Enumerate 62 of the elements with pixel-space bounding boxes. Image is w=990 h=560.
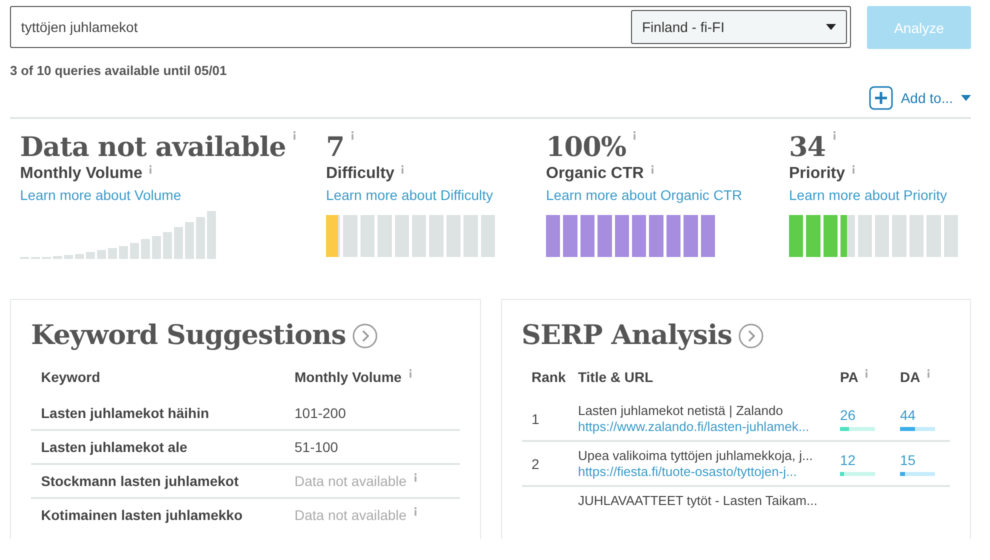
column-header: Title & URL (578, 369, 654, 385)
column-header: Monthly Volume (294, 369, 402, 385)
rank-cell: 2 (532, 456, 540, 472)
info-icon[interactable] (350, 131, 356, 140)
metric-value: 100% (546, 132, 626, 163)
info-icon[interactable] (408, 369, 413, 378)
result-url[interactable]: https://www.zalando.fi/lasten-juhlamek... (578, 419, 810, 434)
da-value: 15 (900, 452, 917, 468)
quota-text: 3 of 10 queries available until 05/01 (10, 63, 228, 78)
result-url[interactable]: https://fiesta.fi/tuote-osasto/tyttojen-j... (578, 464, 797, 479)
column-header: Keyword (41, 369, 100, 385)
locale-dropdown[interactable]: Finland - fi-FI (631, 10, 847, 44)
learn-more-link[interactable]: Learn more about Difficulty (326, 187, 494, 203)
info-icon[interactable] (400, 165, 406, 174)
metric-value: 7 (326, 132, 344, 163)
result-title: JUHLAVAATTEET tytöt - Lasten Taikam... (578, 493, 818, 508)
column-header: PA (840, 369, 858, 385)
learn-more-link[interactable]: Learn more about Organic CTR (546, 187, 742, 203)
chevron-circle-icon[interactable] (738, 322, 764, 348)
keyword-cell[interactable]: Lasten juhlamekot ale (41, 439, 188, 455)
volume-cell: 101-200 (294, 405, 346, 421)
learn-more-link[interactable]: Learn more about Volume (20, 187, 182, 203)
keyword-input[interactable]: tyttöjen juhlamekot (21, 19, 623, 35)
column-header: Rank (532, 369, 566, 385)
info-icon[interactable] (832, 131, 837, 140)
metric-label: Priority (789, 165, 846, 182)
info-icon[interactable] (864, 369, 870, 378)
column-header: DA (900, 369, 920, 385)
info-icon[interactable] (851, 165, 856, 174)
learn-more-link[interactable]: Learn more about Priority (789, 187, 947, 203)
info-icon[interactable] (926, 369, 932, 378)
volume-cell: Data not available (294, 473, 407, 489)
chevron-circle-icon[interactable] (352, 322, 378, 348)
info-icon[interactable] (148, 165, 154, 174)
caret-icon (961, 95, 971, 101)
metric-label: Organic CTR (546, 165, 644, 182)
pa-value: 26 (840, 406, 857, 422)
info-icon[interactable] (632, 131, 638, 140)
info-icon[interactable] (650, 165, 655, 174)
card-title: Keyword Suggestions (31, 320, 346, 351)
result-title: Lasten juhlamekot netistä | Zalando (578, 403, 784, 418)
add-to-button[interactable]: Add to... (868, 86, 971, 110)
metric-value: Data not available (20, 132, 286, 163)
metric-label: Monthly Volume (20, 165, 142, 182)
keyword-cell[interactable]: Kotimainen lasten juhlamekko (41, 507, 242, 523)
info-icon[interactable] (292, 131, 297, 140)
rank-cell: 1 (532, 410, 540, 426)
metric-value: 34 (789, 132, 826, 163)
keyword-cell[interactable]: Stockmann lasten juhlamekot (41, 473, 239, 489)
info-icon[interactable] (412, 507, 418, 516)
result-title: Upea valikoima tyttöjen juhlamekkoja, j... (578, 448, 814, 463)
plus-icon (868, 86, 893, 110)
search-field[interactable]: tyttöjen juhlamekot Finland - fi-FI (10, 6, 851, 48)
volume-cell: 51-100 (294, 439, 338, 455)
card-title: SERP Analysis (522, 320, 732, 351)
caret-icon (826, 24, 836, 30)
keyword-cell[interactable]: Lasten juhlamekot häihin (41, 405, 210, 421)
info-icon[interactable] (412, 473, 418, 482)
volume-cell: Data not available (294, 507, 407, 523)
metric-label: Difficulty (326, 165, 394, 182)
pa-value: 12 (840, 452, 857, 468)
da-value: 44 (900, 406, 917, 422)
